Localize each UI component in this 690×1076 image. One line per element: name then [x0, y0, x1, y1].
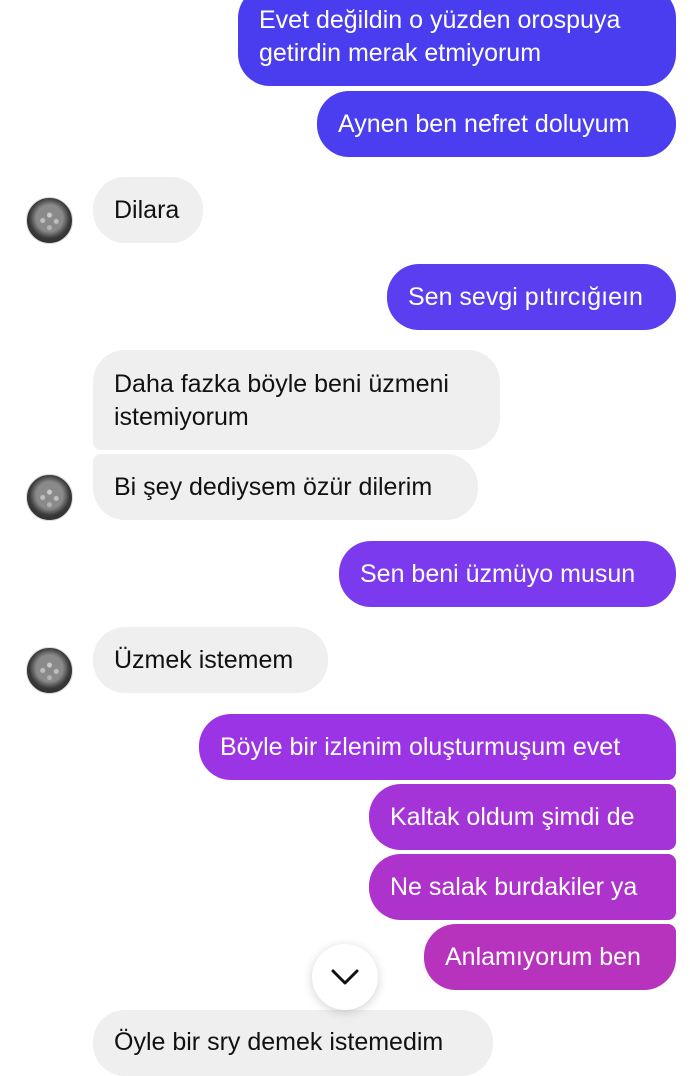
message-text: Üzmek istemem	[114, 645, 294, 674]
message-text: Sen beni üzmüyo musun	[360, 559, 636, 588]
contact-avatar[interactable]	[26, 197, 73, 244]
scroll-to-bottom-button[interactable]	[312, 944, 378, 1010]
chevron-down-icon	[331, 969, 359, 985]
contact-avatar[interactable]	[26, 474, 73, 521]
message-text: Böyle bir izlenim oluşturmuşum evet	[220, 732, 621, 761]
message-bubble-received[interactable]: Öyle bir sry demek istemedim	[93, 1010, 493, 1076]
message-bubble-received[interactable]: Dilara	[93, 177, 203, 243]
message-text: Dilara	[114, 195, 180, 224]
message-bubble-sent[interactable]: Ne salak burdakiler ya	[369, 854, 676, 920]
message-text: Evet değildin o yüzden orospuya getirdin…	[259, 6, 621, 67]
message-bubble-sent[interactable]: Aynen ben nefret doluyum	[317, 91, 676, 157]
message-bubble-sent[interactable]: Sen beni üzmüyo musun	[339, 541, 676, 607]
contact-avatar[interactable]	[26, 647, 73, 694]
message-bubble-sent[interactable]: Kaltak oldum şimdi de	[369, 784, 676, 850]
message-text: Kaltak oldum şimdi de	[390, 802, 635, 831]
message-text: Daha fazka böyle beni üzmeni istemiyorum	[114, 370, 449, 431]
message-thread: Evet değildin o yüzden orospuya getirdin…	[0, 0, 690, 1076]
message-bubble-sent[interactable]: Böyle bir izlenim oluşturmuşum evet	[199, 714, 676, 780]
message-bubble-sent[interactable]: Evet değildin o yüzden orospuya getirdin…	[238, 0, 676, 86]
message-text: Bi şey dediysem özür dilerim	[114, 472, 433, 501]
message-text: Öyle bir sry demek istemedim	[114, 1028, 444, 1056]
message-text: Anlamıyorum ben	[445, 942, 641, 971]
message-text: Ne salak burdakiler ya	[390, 872, 638, 901]
message-bubble-received[interactable]: Bi şey dediysem özür dilerim	[93, 454, 478, 520]
message-bubble-received[interactable]: Daha fazka böyle beni üzmeni istemiyorum	[93, 350, 500, 450]
message-text: Sen sevgi pıtırcığıeın	[408, 282, 643, 311]
message-bubble-sent[interactable]: Anlamıyorum ben	[424, 924, 676, 990]
message-text: Aynen ben nefret doluyum	[338, 109, 630, 138]
message-bubble-received[interactable]: Üzmek istemem	[93, 627, 328, 693]
message-bubble-sent[interactable]: Sen sevgi pıtırcığıeın	[387, 264, 676, 330]
